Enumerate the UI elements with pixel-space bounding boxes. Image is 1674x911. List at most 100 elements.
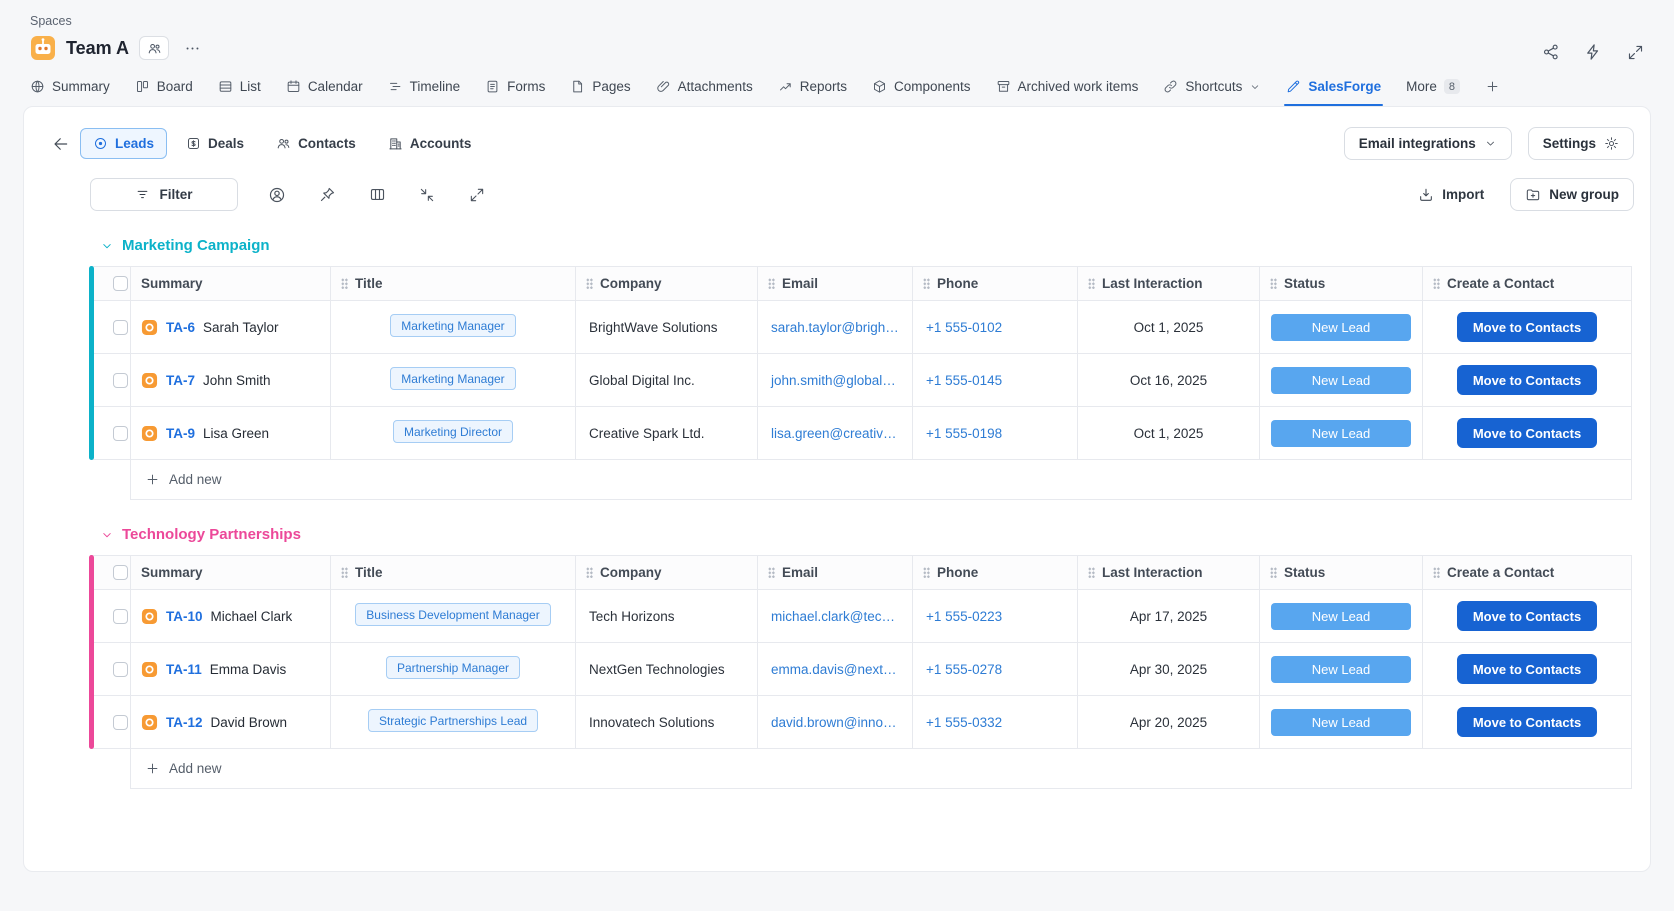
last-interaction-cell[interactable]: Apr 30, 2025	[1078, 643, 1260, 696]
email-link[interactable]: john.smith@global…	[758, 373, 912, 388]
drag-handle-icon[interactable]	[923, 567, 930, 578]
phone-link[interactable]: +1 555-0102	[913, 320, 1077, 335]
tab-board[interactable]: Board	[135, 79, 193, 106]
drag-handle-icon[interactable]	[1088, 567, 1095, 578]
column-header-phone[interactable]: Phone	[937, 565, 978, 580]
task-name[interactable]: Michael Clark	[211, 609, 293, 624]
row-checkbox[interactable]	[113, 662, 128, 677]
column-header-title[interactable]: Title	[355, 565, 383, 580]
fullscreen-button[interactable]	[1624, 40, 1646, 64]
automations-button[interactable]	[1582, 40, 1604, 64]
move-to-contacts-button[interactable]: Move to Contacts	[1457, 312, 1597, 342]
me-mode-button[interactable]	[266, 184, 288, 206]
pin-fields-button[interactable]	[316, 184, 338, 206]
group-header[interactable]: Marketing Campaign	[100, 237, 1632, 254]
column-header-summary[interactable]: Summary	[141, 276, 203, 291]
company-cell[interactable]: NextGen Technologies	[576, 662, 757, 677]
drag-handle-icon[interactable]	[1433, 567, 1440, 578]
email-link[interactable]: michael.clark@tech…	[758, 609, 912, 624]
settings-button[interactable]: Settings	[1528, 127, 1634, 160]
drag-handle-icon[interactable]	[586, 278, 593, 289]
company-cell[interactable]: Innovatech Solutions	[576, 715, 757, 730]
column-header-last-interaction[interactable]: Last Interaction	[1102, 565, 1203, 580]
column-header-create-a-contact[interactable]: Create a Contact	[1447, 565, 1554, 580]
last-interaction-cell[interactable]: Apr 20, 2025	[1078, 696, 1260, 749]
tab-attachments[interactable]: Attachments	[656, 79, 753, 106]
title-badge[interactable]: Marketing Manager	[390, 314, 515, 337]
phone-link[interactable]: +1 555-0198	[913, 426, 1077, 441]
column-header-summary[interactable]: Summary	[141, 565, 203, 580]
email-link[interactable]: emma.davis@nextg…	[758, 662, 912, 677]
drag-handle-icon[interactable]	[1270, 278, 1277, 289]
tab-more[interactable]: More8	[1406, 79, 1460, 106]
move-to-contacts-button[interactable]: Move to Contacts	[1457, 654, 1597, 684]
expand-rows-button[interactable]	[466, 184, 488, 206]
task-id[interactable]: TA-10	[166, 609, 203, 624]
phone-link[interactable]: +1 555-0223	[913, 609, 1077, 624]
status-badge[interactable]: New Lead	[1271, 656, 1411, 683]
title-badge[interactable]: Strategic Partnerships Lead	[368, 709, 538, 732]
move-to-contacts-button[interactable]: Move to Contacts	[1457, 707, 1597, 737]
row-checkbox[interactable]	[113, 373, 128, 388]
back-button[interactable]	[44, 128, 78, 160]
status-badge[interactable]: New Lead	[1271, 709, 1411, 736]
email-link[interactable]: sarah.taylor@brigh…	[758, 320, 912, 335]
tab-calendar[interactable]: Calendar	[286, 79, 363, 106]
last-interaction-cell[interactable]: Oct 16, 2025	[1078, 354, 1260, 407]
drag-handle-icon[interactable]	[768, 567, 775, 578]
company-cell[interactable]: BrightWave Solutions	[576, 320, 757, 335]
status-badge[interactable]: New Lead	[1271, 314, 1411, 341]
column-header-title[interactable]: Title	[355, 276, 383, 291]
row-checkbox[interactable]	[113, 715, 128, 730]
group-header[interactable]: Technology Partnerships	[100, 526, 1632, 543]
column-header-status[interactable]: Status	[1284, 565, 1325, 580]
add-view-button[interactable]	[1485, 79, 1500, 106]
task-id[interactable]: TA-6	[166, 320, 195, 335]
import-button[interactable]: Import	[1418, 187, 1484, 203]
tab-salesforge[interactable]: SalesForge	[1286, 79, 1381, 106]
drag-handle-icon[interactable]	[768, 278, 775, 289]
tab-pages[interactable]: Pages	[570, 79, 630, 106]
columns-button[interactable]	[366, 184, 388, 206]
status-badge[interactable]: New Lead	[1271, 420, 1411, 447]
phone-link[interactable]: +1 555-0278	[913, 662, 1077, 677]
company-cell[interactable]: Tech Horizons	[576, 609, 757, 624]
task-name[interactable]: Sarah Taylor	[203, 320, 279, 335]
breadcrumb[interactable]: Spaces	[30, 14, 205, 28]
email-integrations-button[interactable]: Email integrations	[1344, 127, 1512, 160]
company-cell[interactable]: Global Digital Inc.	[576, 373, 757, 388]
move-to-contacts-button[interactable]: Move to Contacts	[1457, 365, 1597, 395]
column-header-phone[interactable]: Phone	[937, 276, 978, 291]
drag-handle-icon[interactable]	[1433, 278, 1440, 289]
row-checkbox[interactable]	[113, 609, 128, 624]
add-new-row[interactable]: Add new	[130, 749, 1632, 789]
task-id[interactable]: TA-9	[166, 426, 195, 441]
column-header-status[interactable]: Status	[1284, 276, 1325, 291]
column-header-create-a-contact[interactable]: Create a Contact	[1447, 276, 1554, 291]
filter-button[interactable]: Filter	[90, 178, 238, 211]
task-name[interactable]: Lisa Green	[203, 426, 269, 441]
drag-handle-icon[interactable]	[341, 278, 348, 289]
last-interaction-cell[interactable]: Oct 1, 2025	[1078, 407, 1260, 460]
phone-link[interactable]: +1 555-0145	[913, 373, 1077, 388]
tab-forms[interactable]: Forms	[485, 79, 545, 106]
workspace-title[interactable]: Team A	[66, 38, 129, 59]
status-badge[interactable]: New Lead	[1271, 603, 1411, 630]
email-link[interactable]: david.brown@innov…	[758, 715, 912, 730]
select-all-checkbox[interactable]	[113, 276, 128, 291]
drag-handle-icon[interactable]	[586, 567, 593, 578]
tab-components[interactable]: Components	[872, 79, 971, 106]
column-header-email[interactable]: Email	[782, 565, 818, 580]
company-cell[interactable]: Creative Spark Ltd.	[576, 426, 757, 441]
tab-shortcuts[interactable]: Shortcuts	[1163, 79, 1261, 106]
drag-handle-icon[interactable]	[1088, 278, 1095, 289]
move-to-contacts-button[interactable]: Move to Contacts	[1457, 601, 1597, 631]
row-checkbox[interactable]	[113, 320, 128, 335]
title-badge[interactable]: Marketing Director	[393, 420, 513, 443]
tab-summary[interactable]: Summary	[30, 79, 110, 106]
drag-handle-icon[interactable]	[1270, 567, 1277, 578]
title-badge[interactable]: Business Development Manager	[355, 603, 550, 626]
task-name[interactable]: David Brown	[211, 715, 288, 730]
task-name[interactable]: Emma Davis	[210, 662, 287, 677]
task-id[interactable]: TA-11	[166, 662, 202, 677]
